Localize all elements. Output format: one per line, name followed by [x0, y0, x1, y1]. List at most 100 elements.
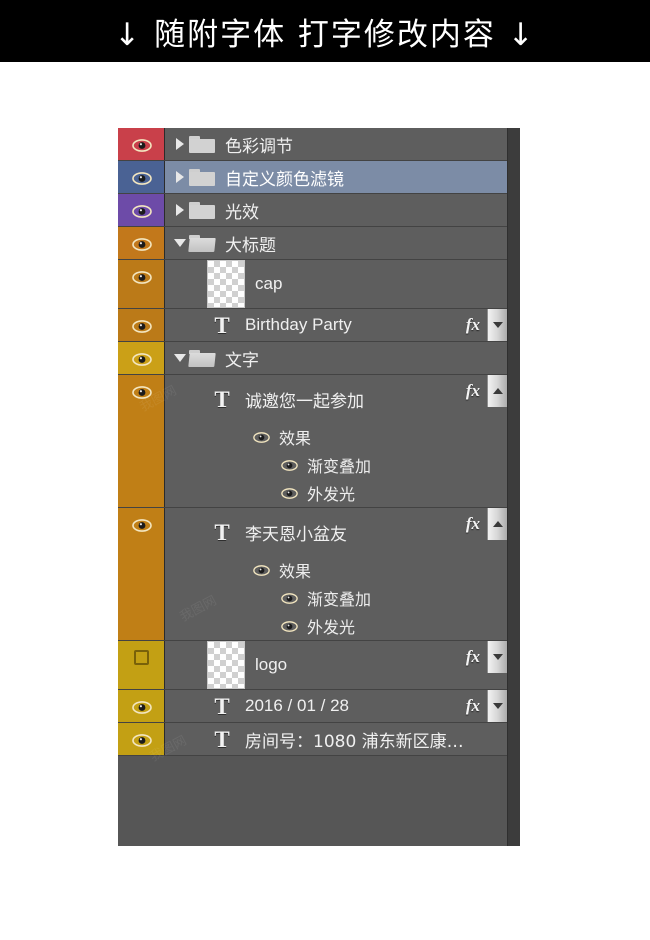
layer-effects-control[interactable]: fx [462, 309, 508, 341]
fx-icon[interactable]: fx [462, 647, 487, 667]
eye-icon[interactable] [118, 309, 164, 341]
layer-color-swatch[interactable] [118, 508, 165, 640]
layer-row-body[interactable]: T 李天恩小盆友 fx 效果渐变叠加外发光 [165, 508, 508, 640]
text-layer-icon: T [214, 693, 230, 719]
folder-icon [188, 347, 217, 369]
eye-icon[interactable] [279, 486, 299, 500]
eye-icon[interactable] [118, 723, 164, 755]
chevron-right-icon[interactable] [171, 161, 189, 193]
layer-row-main[interactable]: 光效 [171, 194, 508, 226]
layer-color-swatch[interactable] [118, 128, 165, 160]
layer-row-body[interactable]: T Birthday Party fx [165, 309, 508, 341]
layer-row-main[interactable]: logo fx [171, 641, 508, 689]
eye-icon[interactable] [279, 591, 299, 605]
layer-row[interactable]: T 房间号：1080 浦东新区康… [118, 723, 508, 756]
eye-off-icon[interactable] [118, 641, 164, 673]
layer-row[interactable]: T 2016 / 01 / 28 fx [118, 690, 508, 723]
layer-row[interactable]: 自定义颜色滤镜 [118, 161, 508, 194]
layer-color-swatch[interactable] [118, 260, 165, 308]
effects-group-label: 效果 [279, 562, 312, 581]
layer-row-body[interactable]: 大标题 [165, 227, 508, 259]
chevron-down-icon[interactable] [487, 690, 508, 722]
layer-color-swatch[interactable] [118, 690, 165, 722]
layer-row-body[interactable]: 光效 [165, 194, 508, 226]
effect-item-row[interactable]: 外发光 [165, 612, 508, 640]
layer-color-swatch[interactable] [118, 375, 165, 507]
layer-color-swatch[interactable] [118, 342, 165, 374]
layer-row-main[interactable]: 大标题 [171, 227, 508, 259]
layer-row-main[interactable]: T Birthday Party fx [171, 309, 508, 341]
chevron-up-icon[interactable] [487, 375, 508, 407]
layer-row-body[interactable]: cap [165, 260, 508, 308]
layer-row-main[interactable]: T 2016 / 01 / 28 fx [171, 690, 508, 722]
layer-row[interactable]: 大标题 [118, 227, 508, 260]
layer-row[interactable]: 色彩调节 [118, 128, 508, 161]
eye-icon[interactable] [251, 430, 271, 444]
layer-row-body[interactable]: T 2016 / 01 / 28 fx [165, 690, 508, 722]
eye-icon[interactable] [118, 194, 164, 226]
layer-name: cap [255, 274, 283, 293]
eye-icon[interactable] [118, 260, 164, 292]
layer-row-body[interactable]: T 诚邀您一起参加 fx 效果 渐变叠加 外发光 [165, 375, 508, 507]
layer-color-swatch[interactable] [118, 194, 165, 226]
layer-row[interactable]: T 李天恩小盆友 fx 效果渐变叠加外发光 [118, 508, 508, 641]
eye-icon[interactable] [251, 563, 271, 577]
chevron-down-icon[interactable] [171, 342, 189, 374]
effects-group-row[interactable]: 效果 [165, 423, 508, 451]
eye-icon[interactable] [118, 690, 164, 722]
eye-icon[interactable] [279, 619, 299, 633]
layer-row[interactable]: logo fx [118, 641, 508, 690]
layer-effects-control[interactable]: fx [462, 375, 508, 407]
layer-row-body[interactable]: 色彩调节 [165, 128, 508, 160]
eye-icon[interactable] [118, 227, 164, 259]
layer-row[interactable]: 光效 [118, 194, 508, 227]
layer-thumbnail[interactable] [207, 260, 245, 308]
layer-row-main[interactable]: 自定义颜色滤镜 [171, 161, 508, 193]
layer-row-main[interactable]: T 诚邀您一起参加 fx [165, 375, 508, 423]
layer-color-swatch[interactable] [118, 309, 165, 341]
eye-icon[interactable] [279, 458, 299, 472]
layer-color-swatch[interactable] [118, 161, 165, 193]
chevron-right-icon[interactable] [171, 194, 189, 226]
layer-row[interactable]: 文字 [118, 342, 508, 375]
layer-effects-control[interactable]: fx [462, 690, 508, 722]
layer-row[interactable]: cap [118, 260, 508, 309]
eye-icon[interactable] [118, 375, 164, 407]
layer-row-main[interactable]: 文字 [171, 342, 508, 374]
panel-scroll-gutter[interactable] [507, 128, 520, 846]
layer-row-main[interactable]: 色彩调节 [171, 128, 508, 160]
chevron-right-icon[interactable] [171, 128, 189, 160]
chevron-down-icon[interactable] [171, 227, 189, 259]
layer-effects-control[interactable]: fx [462, 508, 508, 540]
layer-thumbnail[interactable] [207, 641, 245, 689]
layer-color-swatch[interactable] [118, 723, 165, 755]
layer-row-main[interactable]: cap [171, 260, 508, 308]
eye-icon[interactable] [118, 128, 164, 160]
effect-item-row[interactable]: 外发光 [165, 479, 508, 507]
chevron-up-icon[interactable] [487, 508, 508, 540]
layer-effects-control[interactable]: fx [462, 641, 508, 673]
layer-row[interactable]: T 诚邀您一起参加 fx 效果 渐变叠加 外发光 [118, 375, 508, 508]
fx-icon[interactable]: fx [462, 381, 487, 401]
fx-icon[interactable]: fx [462, 315, 487, 335]
eye-icon[interactable] [118, 161, 164, 193]
effect-item-row[interactable]: 渐变叠加 [165, 584, 508, 612]
chevron-down-icon[interactable] [487, 641, 508, 673]
layer-row-body[interactable]: 自定义颜色滤镜 [165, 161, 508, 193]
chevron-down-icon[interactable] [487, 309, 508, 341]
eye-icon[interactable] [118, 508, 164, 540]
layer-row-main[interactable]: T 房间号：1080 浦东新区康… [171, 723, 508, 755]
layer-row-body[interactable]: 文字 [165, 342, 508, 374]
layer-color-swatch[interactable] [118, 227, 165, 259]
effects-group-row[interactable]: 效果 [165, 556, 508, 584]
effect-item-row[interactable]: 渐变叠加 [165, 451, 508, 479]
layer-row-body[interactable]: T 房间号：1080 浦东新区康… [165, 723, 508, 755]
layer-row-main[interactable]: T 李天恩小盆友 fx [165, 508, 508, 556]
fx-icon[interactable]: fx [462, 696, 487, 716]
layer-row[interactable]: T Birthday Party fx [118, 309, 508, 342]
eye-icon[interactable] [118, 342, 164, 374]
effect-item-label: 外发光 [307, 618, 356, 637]
layer-row-body[interactable]: logo fx [165, 641, 508, 689]
layer-color-swatch[interactable] [118, 641, 165, 689]
fx-icon[interactable]: fx [462, 514, 487, 534]
